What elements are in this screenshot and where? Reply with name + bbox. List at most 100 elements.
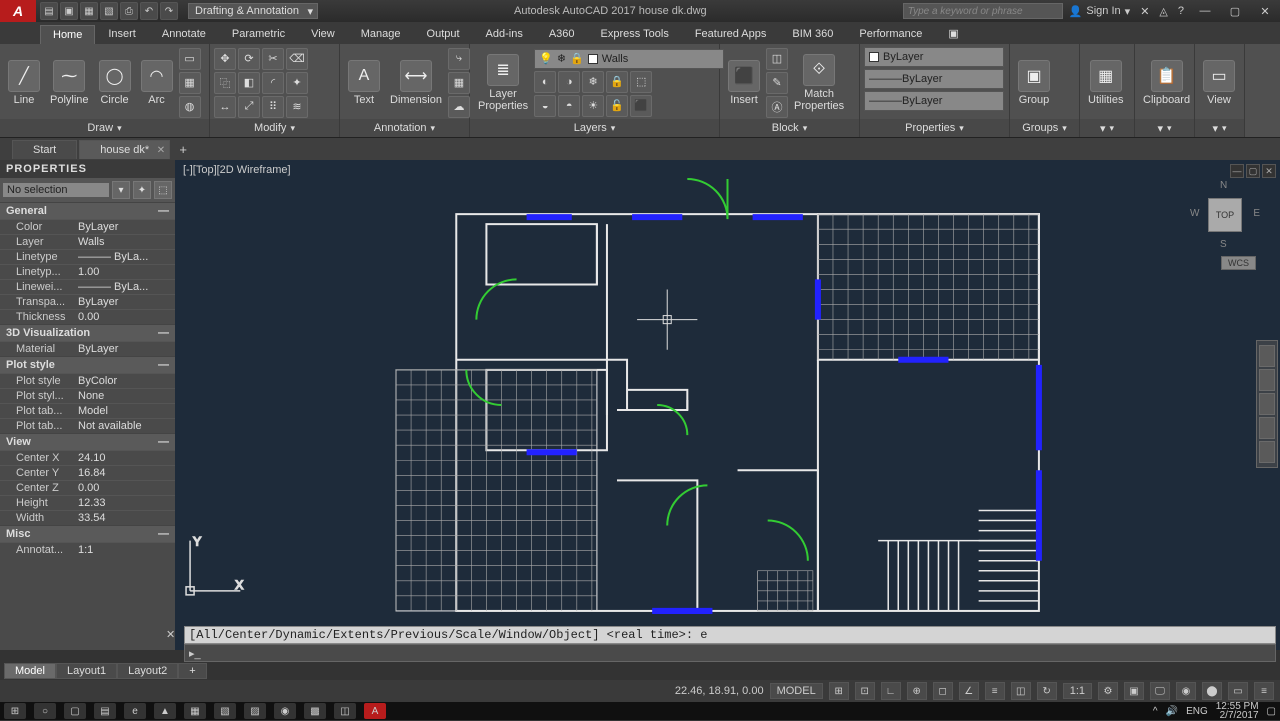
prop-value[interactable]: 0.00 [78, 482, 175, 494]
customize-icon[interactable]: ≡ [1254, 682, 1274, 700]
viewcube-east[interactable]: E [1253, 208, 1260, 219]
tab-home[interactable]: Home [40, 25, 95, 44]
prop-value[interactable]: Model [78, 405, 175, 417]
current-layer-dropdown[interactable]: 💡 ❄ 🔒 Walls [534, 49, 724, 69]
fillet-icon[interactable]: ◜ [262, 72, 284, 94]
notifications-icon[interactable]: ▢ [1267, 706, 1276, 717]
tab-bim360[interactable]: BIM 360 [779, 24, 846, 44]
viewcube-south[interactable]: S [1220, 239, 1227, 250]
app-logo[interactable]: A [0, 0, 36, 22]
utilities-panel-title[interactable]: ▾ [1080, 119, 1134, 137]
utilities-button[interactable]: ▦Utilities [1084, 58, 1127, 108]
orbit-icon[interactable] [1259, 417, 1275, 439]
line-button[interactable]: ╱Line [4, 58, 44, 108]
space-toggle[interactable]: MODEL [770, 683, 823, 699]
layer-lock2-icon[interactable]: 🔒 [606, 71, 628, 93]
scale-icon[interactable]: ⤢ [238, 96, 260, 118]
array-icon[interactable]: ⠿ [262, 96, 284, 118]
exchange-icon[interactable]: ✕ [1140, 5, 1149, 18]
tray-chevron-icon[interactable]: ^ [1153, 706, 1158, 717]
prop-category[interactable]: View— [0, 433, 175, 450]
prop-value[interactable]: 33.54 [78, 512, 175, 524]
prop-row[interactable]: Annotat...1:1 [0, 542, 175, 557]
osnap-toggle-icon[interactable]: ◻ [933, 682, 953, 700]
command-input[interactable]: ▸_ [184, 644, 1276, 662]
prop-value[interactable]: Walls [78, 236, 175, 248]
prop-category[interactable]: Misc— [0, 525, 175, 542]
arc-button[interactable]: ◠Arc [137, 58, 177, 108]
prop-row[interactable]: Thickness0.00 [0, 309, 175, 324]
rotate-icon[interactable]: ⟳ [238, 48, 260, 70]
maximize-button[interactable]: ▢ [1220, 1, 1250, 21]
erase-icon[interactable]: ⌫ [286, 48, 308, 70]
viewcube[interactable]: N S E W TOP [1190, 180, 1260, 250]
tab-output[interactable]: Output [414, 24, 473, 44]
prop-row[interactable]: Center Y16.84 [0, 465, 175, 480]
close-button[interactable]: ✕ [1250, 1, 1280, 21]
lwt-toggle-icon[interactable]: ≡ [985, 682, 1005, 700]
circle-button[interactable]: ◯Circle [95, 58, 135, 108]
cloud-icon[interactable]: ☁ [448, 96, 470, 118]
layout-tab-model[interactable]: Model [4, 663, 56, 679]
prop-value[interactable]: 24.10 [78, 452, 175, 464]
isolate-icon[interactable]: ◉ [1176, 682, 1196, 700]
prop-row[interactable]: Height12.33 [0, 495, 175, 510]
prop-row[interactable]: Center Z0.00 [0, 480, 175, 495]
match-properties-button[interactable]: ⟐Match Properties [790, 52, 848, 114]
qat-new-icon[interactable]: ▤ [40, 2, 58, 20]
layer-on-icon[interactable]: ◒ [534, 95, 556, 117]
selection-dropdown[interactable]: No selection [3, 183, 109, 197]
app3-icon[interactable]: ▨ [244, 703, 266, 719]
text-button[interactable]: AText [344, 58, 384, 108]
layer-match-icon[interactable]: ⬚ [630, 71, 652, 93]
linetype-dropdown[interactable]: ——— ByLayer [864, 91, 1004, 111]
annotation-panel-title[interactable]: Annotation [340, 119, 469, 137]
viewcube-north[interactable]: N [1220, 180, 1227, 191]
wcs-indicator[interactable]: WCS [1221, 256, 1256, 270]
minimize-button[interactable]: — [1190, 1, 1220, 21]
infocenter-search[interactable]: Type a keyword or phrase [903, 3, 1063, 19]
gear-icon[interactable]: ⚙ [1098, 682, 1118, 700]
prop-row[interactable]: Linetype——— ByLa... [0, 249, 175, 264]
edge-icon[interactable]: e [124, 703, 146, 719]
language-indicator[interactable]: ENG [1186, 706, 1208, 717]
help-icon[interactable]: ? [1178, 5, 1184, 17]
layer-uniso-icon[interactable]: ◓ [558, 95, 580, 117]
prop-row[interactable]: Width33.54 [0, 510, 175, 525]
taskview-icon[interactable]: ▢ [64, 703, 86, 719]
workspace-dropdown[interactable]: Drafting & Annotation [188, 3, 318, 19]
group-button[interactable]: ▣Group [1014, 58, 1054, 108]
explode-icon[interactable]: ✦ [286, 72, 308, 94]
layout-tab-layout1[interactable]: Layout1 [56, 663, 117, 679]
prop-value[interactable]: ByLayer [78, 221, 175, 233]
prop-value[interactable]: ByLayer [78, 343, 175, 355]
tab-addins[interactable]: Add-ins [473, 24, 536, 44]
app1-icon[interactable]: ▦ [184, 703, 206, 719]
clipboard-panel-title[interactable]: ▾ [1135, 119, 1194, 137]
layer-state-icon[interactable]: ⬛ [630, 95, 652, 117]
autodesk360-icon[interactable]: ◬ [1159, 5, 1167, 18]
view-button[interactable]: ▭View [1199, 58, 1239, 108]
viewcube-west[interactable]: W [1190, 208, 1199, 219]
cortana-icon[interactable]: ○ [34, 703, 56, 719]
prop-row[interactable]: Linetyp...1.00 [0, 264, 175, 279]
prop-value[interactable]: 0.00 [78, 311, 175, 323]
layout-tab-layout2[interactable]: Layout2 [117, 663, 178, 679]
prop-row[interactable]: Center X24.10 [0, 450, 175, 465]
qat-open-icon[interactable]: ▣ [60, 2, 78, 20]
tab-a360[interactable]: A360 [536, 24, 588, 44]
prop-row[interactable]: MaterialByLayer [0, 341, 175, 356]
leader-icon[interactable]: ⤷ [448, 48, 470, 70]
showmotion-icon[interactable] [1259, 441, 1275, 463]
hardware-icon[interactable]: ⬤ [1202, 682, 1222, 700]
prop-category[interactable]: 3D Visualization— [0, 324, 175, 341]
qat-plot-icon[interactable]: ⎙ [120, 2, 138, 20]
otrack-toggle-icon[interactable]: ∠ [959, 682, 979, 700]
autocad-taskbar-icon[interactable]: A [364, 703, 386, 719]
rectangle-icon[interactable]: ▭ [179, 48, 201, 70]
layer-iso-icon[interactable]: ◑ [558, 71, 580, 93]
quickselect-icon[interactable]: ▾ [112, 181, 130, 199]
groups-panel-title[interactable]: Groups [1010, 119, 1079, 137]
pan-icon[interactable] [1259, 369, 1275, 391]
cycling-toggle-icon[interactable]: ↻ [1037, 682, 1057, 700]
